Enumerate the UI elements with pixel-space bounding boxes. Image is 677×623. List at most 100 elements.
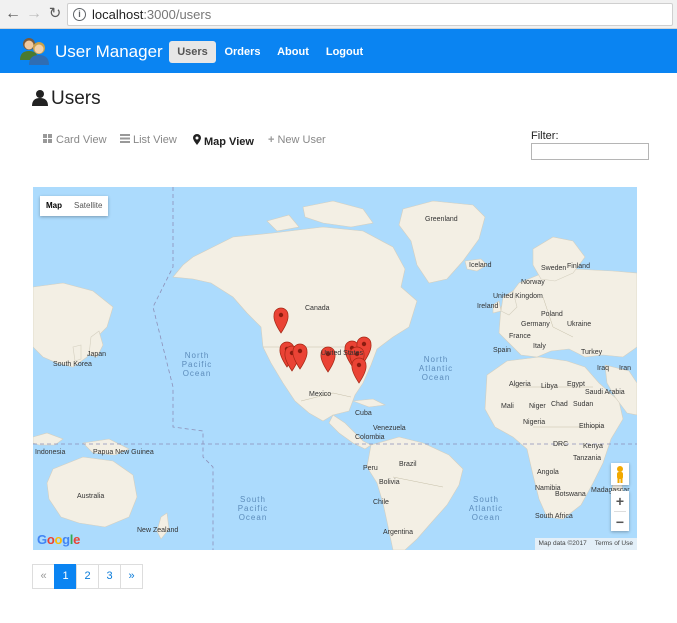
label-japan: Japan [87,351,107,358]
tab-map-view[interactable]: Map View [193,134,254,148]
map-marker-icon [193,134,201,145]
map-type-satellite[interactable]: Satellite [68,196,108,216]
zoom-in-button[interactable]: + [611,491,629,511]
back-arrow-icon[interactable]: ← [4,5,22,23]
pagination-page-2[interactable]: 2 [76,564,99,589]
label-australia: Australia [77,493,105,500]
label-chile: Chile [373,499,389,506]
users-logo-icon [20,38,49,65]
label-saudi-arabia: Saudi Arabia [585,389,625,396]
label-south-korea: South Korea [53,361,92,368]
label-tanzania: Tanzania [573,455,602,462]
map-marker-dot [361,341,367,347]
nav-about[interactable]: About [272,41,314,63]
label-south-africa: South Africa [535,513,573,520]
address-bar[interactable]: i localhost:3000/users [67,3,673,26]
nav-orders[interactable]: Orders [220,41,265,63]
browser-toolbar: ← → ↻ i localhost:3000/users [0,0,677,29]
pagination-page-3[interactable]: 3 [98,564,121,589]
label-ethiopia: Ethiopia [579,423,605,430]
label-norway: Norway [521,279,545,286]
label-libya: Libya [541,383,558,390]
label-egypt: Egypt [567,381,585,388]
label-ukraine: Ukraine [567,321,592,328]
label-brazil: Brazil [399,461,417,468]
new-user-button[interactable]: + New User [268,134,326,146]
page-title-text: Users [51,88,101,109]
label-kenya: Kenya [583,443,603,450]
label-papua-new-guinea: Papua New Guinea [93,449,154,456]
pagination-prev[interactable]: « [32,564,55,589]
map-marker-dot [278,312,284,318]
pegman-icon [617,466,623,483]
list-icon [120,134,130,143]
world-map-canvas [33,187,637,550]
nav-logout[interactable]: Logout [322,41,367,63]
label-sweden: Sweden [541,265,567,272]
user-icon [32,90,48,106]
tab-list-view[interactable]: List View [120,134,177,146]
google-logo: Google [37,532,81,547]
label-france: France [509,333,531,340]
street-view-pegman[interactable] [611,463,629,485]
label-sudan: Sudan [573,401,594,408]
terms-link[interactable]: Terms of Use [595,540,633,547]
tab-map-view-label: Map View [204,136,254,148]
label-chad: Chad [551,401,568,408]
brand-title[interactable]: User Manager [55,42,163,62]
label-nigeria: Nigeria [523,419,546,426]
label-iraq: Iraq [597,365,610,372]
info-icon[interactable]: i [73,8,86,21]
tab-list-view-label: List View [133,134,177,146]
pagination-next[interactable]: » [120,564,143,589]
label-greenland: Greenland [425,216,458,223]
nav-users[interactable]: Users [169,41,216,63]
label-angola: Angola [537,469,559,476]
label-ireland: Ireland [477,303,499,310]
filter-input[interactable] [531,143,649,160]
label-italy: Italy [533,343,546,350]
label-cuba: Cuba [355,410,372,417]
tab-card-view-label: Card View [56,134,107,146]
label-argentina: Argentina [383,529,413,536]
label-spain: Spain [493,347,511,354]
new-user-label: New User [277,134,326,146]
tab-card-view[interactable]: Card View [43,134,107,146]
label-iran: Iran [619,365,632,372]
label-botswana: Botswana [555,491,586,498]
th-large-icon [43,134,52,143]
plus-icon: + [268,134,275,146]
label-uk: United Kingdom [493,293,543,300]
label-bolivia: Bolivia [379,479,400,486]
page-title: Users [32,88,101,110]
label-algeria: Algeria [509,381,531,388]
reload-icon[interactable]: ↻ [46,5,64,23]
map-data-text: Map data ©2017 [538,540,587,547]
label-united-states: United States [321,350,364,357]
label-mexico: Mexico [309,391,332,398]
label-north-pacific: North Pacific Ocean [181,351,213,378]
map-type-toggle: Map Satellite [40,196,109,216]
zoom-out-button[interactable]: − [611,512,629,532]
label-venezuela: Venezuela [373,425,406,432]
label-mali: Mali [501,403,514,410]
users-map[interactable]: Map Satellite Greenland Iceland Norway S… [33,187,637,550]
forward-arrow-icon[interactable]: → [25,5,43,23]
label-turkey: Turkey [581,349,603,356]
label-canada: Canada [305,305,330,312]
pagination: « 1 2 3 » [32,564,143,589]
label-north-atlantic: North Atlantic Ocean [418,355,454,382]
label-indonesia: Indonesia [35,449,66,456]
app-navbar: User Manager Users Orders About Logout [0,29,677,73]
url-text[interactable]: localhost:3000/users [92,7,211,22]
label-new-zealand: New Zealand [137,527,179,534]
label-germany: Germany [521,321,550,328]
label-drc: DRC [553,441,569,448]
url-host: localhost [92,7,144,22]
pagination-page-1[interactable]: 1 [54,564,77,589]
label-niger: Niger [529,403,546,410]
map-type-map[interactable]: Map [40,196,68,216]
zoom-control: + − [611,491,629,531]
label-south-pacific: South Pacific Ocean [237,495,269,522]
label-finland: Finland [567,263,590,270]
